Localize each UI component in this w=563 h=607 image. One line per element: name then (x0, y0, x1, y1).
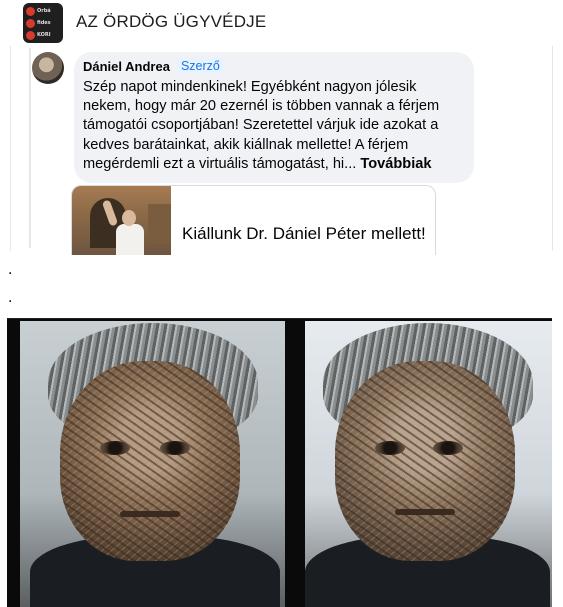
skin-texture (335, 361, 515, 561)
author-row: Dániel Andrea Szerző (83, 58, 462, 74)
thumbnail-dot-icon (26, 7, 35, 16)
photo-panel-left (20, 321, 285, 607)
person-body-shape (116, 224, 144, 255)
mouth-shape (120, 511, 180, 517)
mouth-shape (395, 509, 455, 515)
sign-shape (148, 204, 171, 244)
author-badge: Szerző (176, 58, 224, 74)
eye-shape (433, 441, 463, 455)
thumbnail-dot-icon (26, 31, 35, 40)
link-preview[interactable]: Kiállunk Dr. Dániel Péter mellett! (71, 185, 436, 255)
post-photo[interactable] (7, 318, 552, 607)
thumbnail-text-3: KORI (37, 32, 51, 38)
eye-shape (100, 441, 130, 455)
see-more-link[interactable]: Továbbiak (360, 156, 431, 172)
comment-text: Szép napot mindenkinek! Egyébként nagyon… (83, 78, 468, 174)
eye-shape (160, 441, 190, 455)
skin-texture (60, 361, 240, 561)
separator-dot: . (8, 290, 13, 306)
thumbnail-text-1: Orbá (37, 8, 51, 14)
separator-dot: . (8, 262, 13, 278)
person-head-shape (122, 210, 136, 226)
comment-bubble: Dániel Andrea Szerző Szép napot mindenki… (74, 52, 474, 183)
thumbnail-text-2: fides (37, 20, 51, 26)
page-avatar[interactable]: Orbá fides KORI (23, 3, 63, 43)
commenter-avatar[interactable] (32, 52, 64, 84)
post-header: Orbá fides KORI AZ ÖRDÖG ÜGYVÉDJE (0, 0, 563, 46)
photo-panel-right (305, 321, 552, 607)
link-preview-title[interactable]: Kiállunk Dr. Dániel Péter mellett! (182, 224, 426, 244)
page-title[interactable]: AZ ÖRDÖG ÜGYVÉDJE (76, 12, 266, 32)
eye-shape (375, 441, 405, 455)
thumbnail-dot-icon (26, 19, 35, 28)
thread-line (29, 48, 31, 248)
link-preview-image (72, 186, 171, 255)
comment-author[interactable]: Dániel Andrea (83, 59, 170, 74)
